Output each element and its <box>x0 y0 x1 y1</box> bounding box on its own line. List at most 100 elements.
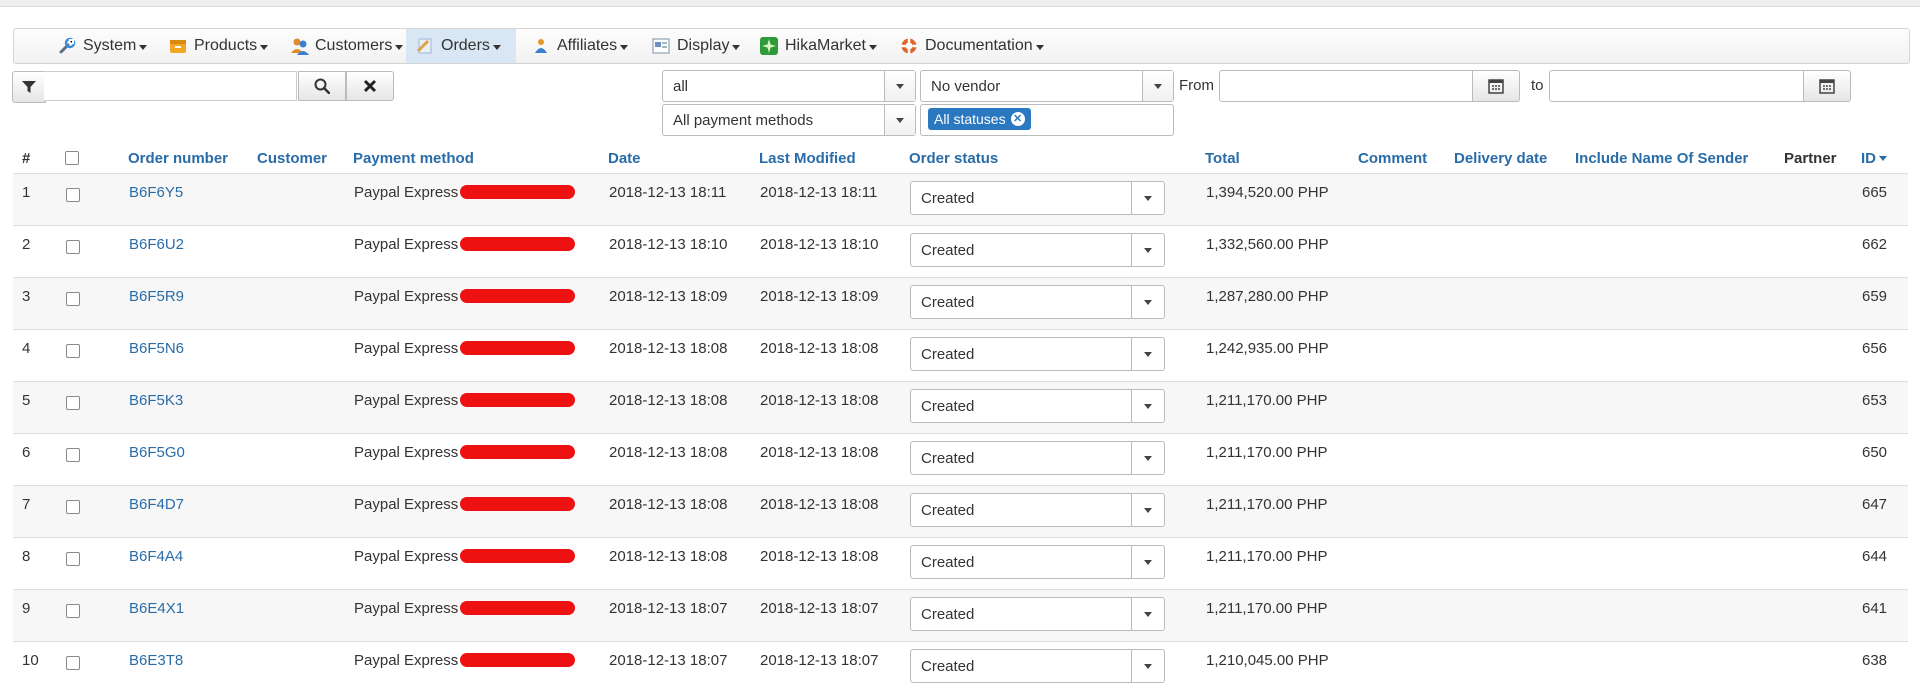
from-date-input[interactable] <box>1219 70 1473 102</box>
id-cell: 647 <box>1862 496 1888 513</box>
order-number-link[interactable]: B6E3T8 <box>129 652 183 669</box>
order-number-link[interactable]: B6F5K3 <box>129 392 183 409</box>
order-number-link[interactable]: B6F5N6 <box>129 340 184 357</box>
total-cell: 1,211,170.00 PHP <box>1206 496 1328 513</box>
col-delivery-date[interactable]: Delivery date <box>1454 143 1575 174</box>
menu-affiliates[interactable]: Affiliates <box>522 29 638 63</box>
id-cell: 662 <box>1862 236 1888 253</box>
menu-products-label: Products <box>194 37 258 54</box>
table-row: 2 B6F6U2 Paypal Express 2018-12-13 18:10 201… <box>13 225 1908 278</box>
payment-method-cell: Paypal Express <box>354 652 459 669</box>
col-date[interactable]: Date <box>608 143 759 174</box>
order-status-select[interactable]: Created <box>910 441 1165 475</box>
order-status-select[interactable]: Created <box>910 181 1165 215</box>
menu-documentation[interactable]: Documentation <box>890 29 1054 63</box>
to-calendar-button[interactable] <box>1803 70 1851 102</box>
id-cell: 641 <box>1862 600 1888 617</box>
row-checkbox[interactable] <box>66 292 80 306</box>
chevron-down-icon <box>139 44 148 50</box>
hikamarket-icon <box>760 37 778 55</box>
row-number: 9 <box>22 600 31 617</box>
row-checkbox[interactable] <box>66 552 80 566</box>
menu-products[interactable]: Products <box>159 29 278 63</box>
row-checkbox[interactable] <box>66 656 80 670</box>
clear-search-button[interactable] <box>346 71 394 101</box>
id-cell: 650 <box>1862 444 1888 461</box>
vendor-select[interactable]: No vendor <box>920 70 1174 102</box>
id-cell: 638 <box>1862 652 1888 669</box>
last-modified-cell: 2018-12-13 18:08 <box>760 340 879 357</box>
order-status-select[interactable]: Created <box>910 233 1165 267</box>
row-checkbox[interactable] <box>66 240 80 254</box>
chevron-down-icon <box>260 44 269 50</box>
order-status-value: Created <box>921 294 975 311</box>
order-status-select[interactable]: Created <box>910 337 1165 371</box>
chevron-down-icon <box>620 44 629 50</box>
col-comment[interactable]: Comment <box>1358 143 1454 174</box>
last-modified-cell: 2018-12-13 18:08 <box>760 444 879 461</box>
wrench-icon <box>58 37 76 55</box>
order-number-link[interactable]: B6F5R9 <box>129 288 184 305</box>
select-all-checkbox[interactable] <box>65 151 79 165</box>
chevron-down-icon <box>732 44 741 50</box>
row-checkbox[interactable] <box>66 188 80 202</box>
row-checkbox[interactable] <box>66 344 80 358</box>
menu-hikamarket[interactable]: HikaMarket <box>750 29 887 63</box>
status-filter-tag[interactable]: All statuses ✕ <box>928 108 1031 130</box>
table-row: 9 B6E4X1 Paypal Express 2018-12-13 18:07 201… <box>13 589 1908 642</box>
menu-display[interactable]: Display <box>642 29 750 63</box>
to-date-input[interactable] <box>1549 70 1804 102</box>
order-number-link[interactable]: B6E4X1 <box>129 600 184 617</box>
order-status-select[interactable]: Created <box>910 493 1165 527</box>
payment-method-select[interactable]: All payment methods <box>662 104 916 136</box>
payment-method-cell: Paypal Express <box>354 236 459 253</box>
search-input[interactable] <box>44 71 297 101</box>
vendor-scope-select[interactable]: all <box>662 70 916 102</box>
remove-tag-icon[interactable]: ✕ <box>1010 112 1025 126</box>
row-checkbox[interactable] <box>66 500 80 514</box>
col-last-modified[interactable]: Last Modified <box>759 143 909 174</box>
col-payment-method[interactable]: Payment method <box>353 143 608 174</box>
date-cell: 2018-12-13 18:11 <box>609 184 727 201</box>
order-status-select[interactable]: Created <box>910 649 1165 683</box>
order-status-select[interactable]: Created <box>910 597 1165 631</box>
menu-orders[interactable]: Orders <box>406 29 516 63</box>
date-cell: 2018-12-13 18:08 <box>609 392 728 409</box>
col-customer[interactable]: Customer <box>257 143 353 174</box>
table-row: 7 B6F4D7 Paypal Express 2018-12-13 18:08 201… <box>13 485 1908 538</box>
col-order-status[interactable]: Order status <box>909 143 1205 174</box>
order-status-select[interactable]: Created <box>910 545 1165 579</box>
id-cell: 653 <box>1862 392 1888 409</box>
order-status-value: Created <box>921 346 975 363</box>
order-status-select[interactable]: Created <box>910 389 1165 423</box>
order-status-select[interactable]: Created <box>910 285 1165 319</box>
col-order-number[interactable]: Order number <box>128 143 257 174</box>
filter-button[interactable] <box>12 71 46 103</box>
row-number: 1 <box>22 184 31 201</box>
status-filter-tag-label: All statuses <box>934 111 1006 127</box>
search-button[interactable] <box>298 71 346 101</box>
order-number-link[interactable]: B6F6U2 <box>129 236 184 253</box>
row-number: 10 <box>22 652 39 669</box>
order-number-link[interactable]: B6F5G0 <box>129 444 185 461</box>
table-row: 6 B6F5G0 Paypal Express 2018-12-13 18:08 201… <box>13 433 1908 486</box>
last-modified-cell: 2018-12-13 18:07 <box>760 652 879 669</box>
col-id[interactable]: ID <box>1861 143 1908 174</box>
col-total[interactable]: Total <box>1205 143 1358 174</box>
from-calendar-button[interactable] <box>1472 70 1520 102</box>
total-cell: 1,211,170.00 PHP <box>1206 444 1328 461</box>
col-include-name[interactable]: Include Name Of Sender <box>1575 143 1784 174</box>
row-checkbox[interactable] <box>66 448 80 462</box>
payment-method-cell: Paypal Express <box>354 340 459 357</box>
order-number-link[interactable]: B6F4A4 <box>129 548 183 565</box>
display-icon <box>652 37 670 55</box>
col-id-label: ID <box>1861 149 1876 167</box>
order-number-link[interactable]: B6F4D7 <box>129 496 184 513</box>
row-checkbox[interactable] <box>66 604 80 618</box>
menu-customers[interactable]: Customers <box>280 29 413 63</box>
menu-system[interactable]: System <box>48 29 157 63</box>
order-number-link[interactable]: B6F6Y5 <box>129 184 183 201</box>
payment-method-cell: Paypal Express <box>354 444 459 461</box>
order-icon <box>416 37 434 55</box>
row-checkbox[interactable] <box>66 396 80 410</box>
